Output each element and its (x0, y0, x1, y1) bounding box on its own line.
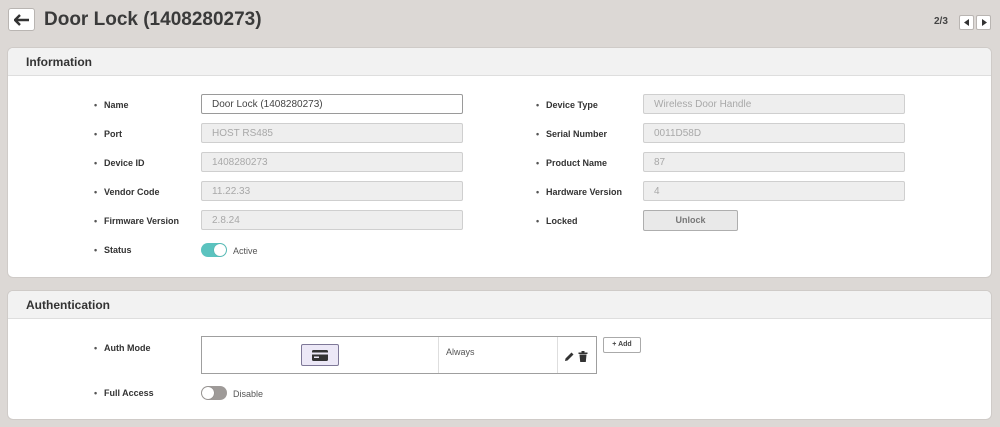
auth-mode-table: Always (201, 336, 597, 374)
serial-number-label: Serial Number (536, 128, 607, 140)
firmware-version-field (201, 210, 463, 230)
trash-icon[interactable] (578, 349, 588, 367)
auth-table-divider (438, 337, 439, 373)
port-field (201, 123, 463, 143)
edit-icon[interactable] (564, 349, 575, 367)
card-icon (312, 349, 328, 361)
vendor-code-field (201, 181, 463, 201)
previous-page-button[interactable] (959, 15, 974, 30)
auth-mode-label: Auth Mode (94, 342, 150, 354)
firmware-version-label: Firmware Version (94, 215, 179, 227)
device-id-field (201, 152, 463, 172)
auth-mode-card-button[interactable] (301, 344, 339, 366)
authentication-panel: Authentication Auth Mode Always + Add (7, 290, 992, 420)
caret-right-icon (981, 19, 987, 26)
next-page-button[interactable] (976, 15, 991, 30)
unlock-button[interactable]: Unlock (643, 210, 738, 231)
auth-table-divider (557, 337, 558, 373)
product-name-label: Product Name (536, 157, 607, 169)
port-label: Port (94, 128, 122, 140)
full-access-toggle[interactable] (201, 386, 227, 400)
vendor-code-label: Vendor Code (94, 186, 159, 198)
status-toggle-knob (214, 244, 226, 256)
device-type-field (643, 94, 905, 114)
arrow-left-icon (13, 13, 29, 26)
auth-schedule-value: Always (446, 347, 475, 357)
device-id-label: Device ID (94, 157, 144, 169)
information-panel: Information Name Port Device ID Vendor C… (7, 47, 992, 278)
full-access-value: Disable (233, 389, 264, 399)
device-type-label: Device Type (536, 99, 598, 111)
add-auth-mode-button[interactable]: + Add (603, 337, 641, 353)
name-label: Name (94, 99, 128, 111)
full-access-label: Full Access (94, 387, 154, 399)
serial-number-field (643, 123, 905, 143)
hardware-version-label: Hardware Version (536, 186, 622, 198)
page-title: Door Lock (1408280273) (44, 9, 262, 30)
caret-left-icon (963, 19, 969, 26)
name-input[interactable] (201, 94, 463, 114)
status-label: Status (94, 244, 131, 256)
status-toggle[interactable] (201, 243, 227, 257)
hardware-version-field (643, 181, 905, 201)
status-value: Active (233, 246, 258, 256)
full-access-toggle-knob (202, 387, 214, 399)
back-button[interactable] (8, 8, 35, 31)
locked-label: Locked (536, 215, 577, 227)
product-name-field (643, 152, 905, 172)
information-section-title: Information (8, 48, 991, 76)
pager-count: 2/3 (934, 16, 948, 27)
authentication-section-title: Authentication (8, 291, 991, 319)
